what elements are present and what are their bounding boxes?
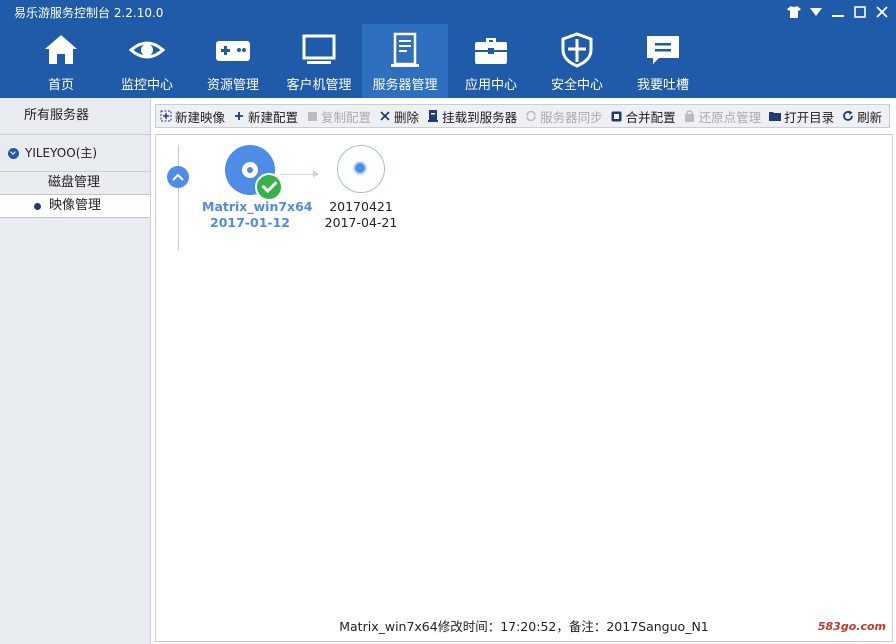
image-date: 2017-01-12 xyxy=(210,215,290,230)
status-text: Matrix_win7x64修改时间：17:20:52，备注：2017Sangu… xyxy=(339,619,709,634)
sync-icon xyxy=(525,110,537,122)
new-config-button[interactable]: 新建配置 xyxy=(233,107,298,126)
open-folder-button[interactable]: 打开目录 xyxy=(769,107,834,126)
sidebar-item-disk[interactable]: 磁盘管理 xyxy=(0,172,150,194)
sidebar-all-servers[interactable]: 所有服务器 xyxy=(0,98,150,135)
sidebar-item-image[interactable]: 映像管理 xyxy=(0,194,150,218)
nav-servers[interactable]: 服务器管理 xyxy=(362,24,448,98)
nav-label: 监控中心 xyxy=(120,78,173,93)
toolbox-icon xyxy=(475,38,507,64)
button-label: 删除 xyxy=(394,109,420,125)
main-nav: 首页 监控中心 资源管理 客户机管理 服务器管理 应用中心 安全中心 我要吐槽 xyxy=(18,24,706,98)
app-header: 易乐游服务控制台 2.2.10.0 首页 监控中心 资源管理 客户机管理 服务器… xyxy=(0,0,896,98)
button-label: 刷新 xyxy=(857,109,883,125)
chat-icon xyxy=(647,36,679,64)
nav-home[interactable]: 首页 xyxy=(18,24,104,98)
restore-point-button[interactable]: 还原点管理 xyxy=(684,107,762,126)
arrow-icon xyxy=(280,170,319,178)
copy-icon xyxy=(306,110,318,122)
maximize-icon[interactable] xyxy=(852,4,868,20)
shield-icon xyxy=(561,32,593,68)
check-icon xyxy=(255,173,283,201)
disc-icon xyxy=(225,145,283,201)
image-node-base[interactable]: Matrix_win7x64 2017-01-12 xyxy=(202,145,313,230)
button-label: 打开目录 xyxy=(784,109,835,125)
home-icon xyxy=(45,35,77,64)
shirt-icon[interactable] xyxy=(786,4,802,20)
merge-icon xyxy=(611,110,623,122)
server-sync-button[interactable]: 服务器同步 xyxy=(525,107,603,126)
nav-security[interactable]: 安全中心 xyxy=(534,24,620,98)
nav-label: 我要吐槽 xyxy=(636,78,689,93)
expand-icon[interactable] xyxy=(8,147,19,159)
disc-outline-icon xyxy=(337,145,385,193)
eye-icon xyxy=(129,41,165,59)
collapse-button[interactable] xyxy=(167,166,189,188)
sidebar-item-label: 映像管理 xyxy=(49,198,102,213)
nav-label: 资源管理 xyxy=(206,78,259,93)
button-label: 挂载到服务器 xyxy=(442,109,518,125)
window-controls xyxy=(786,4,890,20)
nav-apps[interactable]: 应用中心 xyxy=(448,24,534,98)
window-title: 易乐游服务控制台 2.2.10.0 xyxy=(14,6,164,20)
copy-config-button[interactable]: 复制配置 xyxy=(306,107,371,126)
mount-icon xyxy=(427,110,439,122)
button-label: 新建映像 xyxy=(175,109,226,125)
monitor-icon xyxy=(302,34,336,64)
plus-icon xyxy=(233,110,245,122)
nav-label: 客户机管理 xyxy=(286,78,352,93)
close-icon[interactable] xyxy=(874,4,890,20)
new-image-icon xyxy=(160,110,172,122)
snapshot-date: 2017-04-21 xyxy=(324,215,398,230)
nav-label: 首页 xyxy=(47,78,74,93)
sidebar-server-item[interactable]: YILEYOO(主) xyxy=(0,135,150,172)
restore-icon xyxy=(684,110,696,122)
delete-icon xyxy=(379,110,391,122)
nav-label: 服务器管理 xyxy=(372,78,438,93)
button-label: 合并配置 xyxy=(625,109,676,125)
nav-label: 应用中心 xyxy=(464,78,517,93)
delete-button[interactable]: 删除 xyxy=(379,107,419,126)
server-icon xyxy=(391,32,419,67)
gamepad-icon xyxy=(216,41,250,61)
button-label: 还原点管理 xyxy=(698,109,762,125)
button-label: 复制配置 xyxy=(321,109,372,125)
minimize-icon[interactable] xyxy=(830,4,846,20)
nav-clients[interactable]: 客户机管理 xyxy=(276,24,362,98)
sidebar: 所有服务器 YILEYOO(主) 磁盘管理 映像管理 xyxy=(0,98,151,644)
image-node-snapshot[interactable]: 20170421 2017-04-21 xyxy=(318,145,404,230)
folder-icon xyxy=(769,110,782,122)
nav-monitor[interactable]: 监控中心 xyxy=(104,24,190,98)
menu-down-icon[interactable] xyxy=(808,4,824,20)
nav-feedback[interactable]: 我要吐槽 xyxy=(620,24,706,98)
refresh-icon xyxy=(842,110,854,122)
nav-label: 安全中心 xyxy=(550,78,603,93)
image-name: Matrix_win7x64 xyxy=(202,199,313,214)
merge-config-button[interactable]: 合并配置 xyxy=(611,107,676,126)
refresh-button[interactable]: 刷新 xyxy=(842,107,882,126)
timeline-line xyxy=(178,145,179,251)
snapshot-name: 20170421 xyxy=(329,199,393,214)
server-name: YILEYOO(主) xyxy=(25,146,98,160)
button-label: 服务器同步 xyxy=(540,109,603,125)
watermark: 583go.com xyxy=(817,620,886,633)
new-image-button[interactable]: 新建映像 xyxy=(160,107,225,126)
selected-bullet-icon xyxy=(34,202,41,210)
nav-resources[interactable]: 资源管理 xyxy=(190,24,276,98)
toolbar: 新建映像 新建配置 复制配置 删除 挂载到服务器 服务器同步 合并配置 还原点管… xyxy=(155,104,890,128)
mount-to-server-button[interactable]: 挂载到服务器 xyxy=(427,107,517,126)
image-tree-panel: Matrix_win7x64 2017-01-12 20170421 2017-… xyxy=(155,134,893,642)
chevron-up-icon xyxy=(172,173,184,181)
button-label: 新建配置 xyxy=(248,109,299,125)
